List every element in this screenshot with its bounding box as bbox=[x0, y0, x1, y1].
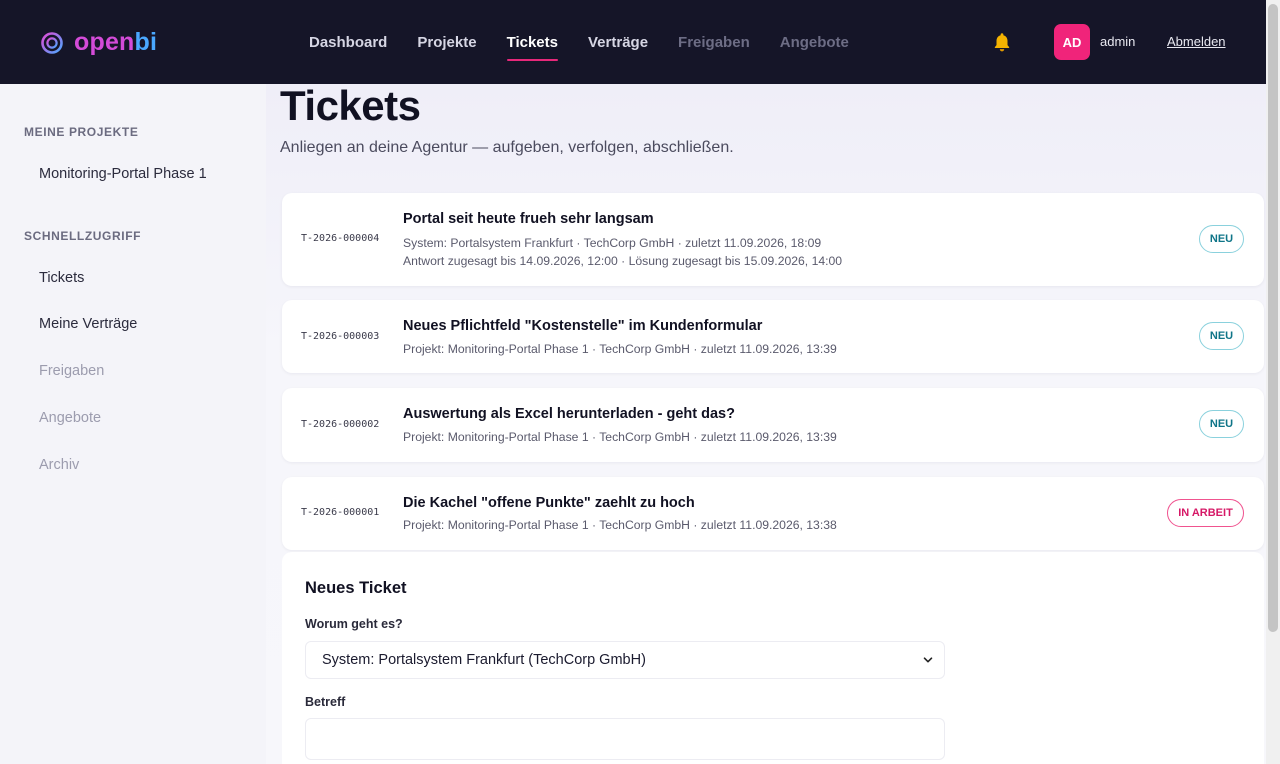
openbi-logo-icon bbox=[40, 31, 64, 55]
main-nav: Dashboard Projekte Tickets Verträge Frei… bbox=[309, 0, 879, 84]
chevron-down-icon bbox=[922, 654, 934, 666]
ticket-row[interactable]: T-2026-000003 Neues Pflichtfeld "Kostens… bbox=[282, 300, 1264, 373]
sidebar-item-project-monitoring-portal[interactable]: Monitoring-Portal Phase 1 bbox=[39, 166, 207, 182]
ticket-title: Auswertung als Excel herunterladen - geh… bbox=[403, 406, 735, 422]
topic-select[interactable]: System: Portalsystem Frankfurt (TechCorp… bbox=[305, 641, 945, 679]
nav-dashboard[interactable]: Dashboard bbox=[309, 0, 387, 84]
bell-icon[interactable] bbox=[991, 31, 1013, 53]
ticket-row[interactable]: T-2026-000002 Auswertung als Excel herun… bbox=[282, 388, 1264, 462]
sidebar-item-meine-vertraege[interactable]: Meine Verträge bbox=[39, 316, 137, 332]
ticket-meta: Projekt: Monitoring-Portal Phase 1 · Tec… bbox=[403, 518, 837, 532]
ticket-title: Neues Pflichtfeld "Kostenstelle" im Kund… bbox=[403, 318, 763, 334]
status-badge: NEU bbox=[1199, 225, 1244, 253]
ticket-meta: Projekt: Monitoring-Portal Phase 1 · Tec… bbox=[403, 342, 837, 356]
form-title: Neues Ticket bbox=[305, 579, 407, 597]
status-badge: NEU bbox=[1199, 410, 1244, 438]
ticket-title: Portal seit heute frueh sehr langsam bbox=[403, 211, 654, 227]
ticket-row[interactable]: T-2026-000004 Portal seit heute frueh se… bbox=[282, 193, 1264, 286]
ticket-meta: Projekt: Monitoring-Portal Phase 1 · Tec… bbox=[403, 430, 837, 444]
nav-tickets[interactable]: Tickets bbox=[506, 0, 559, 84]
subject-label: Betreff bbox=[305, 695, 346, 709]
ticket-id: T-2026-000002 bbox=[301, 419, 380, 430]
sidebar-item-tickets[interactable]: Tickets bbox=[39, 270, 84, 286]
page-scrollbar-thumb[interactable] bbox=[1268, 4, 1278, 632]
user-avatar[interactable]: AD bbox=[1054, 24, 1090, 60]
ticket-sla: Antwort zugesagt bis 14.09.2026, 12:00 ·… bbox=[403, 254, 843, 268]
ticket-id: T-2026-000001 bbox=[301, 507, 380, 518]
brand-name: openbi bbox=[74, 28, 157, 57]
brand-name-bi: bi bbox=[134, 28, 158, 56]
nav-freigaben[interactable]: Freigaben bbox=[678, 0, 750, 84]
page-title: Tickets bbox=[280, 82, 421, 129]
sidebar-heading-quick: SCHNELLZUGRIFF bbox=[24, 229, 142, 243]
status-badge: NEU bbox=[1199, 322, 1244, 350]
ticket-row[interactable]: T-2026-000001 Die Kachel "offene Punkte"… bbox=[282, 477, 1264, 550]
nav-angebote[interactable]: Angebote bbox=[780, 0, 849, 84]
top-navigation-bar: openbi Dashboard Projekte Tickets Verträ… bbox=[0, 0, 1266, 84]
sidebar-heading-projects: MEINE PROJEKTE bbox=[24, 125, 139, 139]
user-name: admin bbox=[1100, 34, 1136, 49]
brand-logo-link[interactable]: openbi bbox=[40, 28, 157, 57]
topic-select-value: System: Portalsystem Frankfurt (TechCorp… bbox=[322, 652, 646, 668]
ticket-id: T-2026-000004 bbox=[301, 233, 380, 244]
nav-vertraege[interactable]: Verträge bbox=[588, 0, 648, 84]
subject-input[interactable] bbox=[305, 718, 945, 760]
logout-link[interactable]: Abmelden bbox=[1167, 34, 1226, 49]
sidebar-item-freigaben[interactable]: Freigaben bbox=[39, 363, 104, 379]
ticket-id: T-2026-000003 bbox=[301, 331, 380, 342]
status-badge: IN ARBEIT bbox=[1167, 499, 1244, 527]
ticket-title: Die Kachel "offene Punkte" zaehlt zu hoc… bbox=[403, 495, 695, 511]
sidebar-item-archiv[interactable]: Archiv bbox=[39, 457, 79, 473]
nav-projekte[interactable]: Projekte bbox=[417, 0, 476, 84]
new-ticket-form: Neues Ticket Worum geht es? System: Port… bbox=[282, 552, 1264, 764]
brand-name-open: open bbox=[74, 28, 135, 56]
topic-label: Worum geht es? bbox=[305, 617, 403, 631]
ticket-meta: System: Portalsystem Frankfurt · TechCor… bbox=[403, 236, 822, 250]
sidebar-item-angebote[interactable]: Angebote bbox=[39, 410, 101, 426]
page-subtitle: Anliegen an deine Agentur — aufgeben, ve… bbox=[280, 139, 734, 156]
